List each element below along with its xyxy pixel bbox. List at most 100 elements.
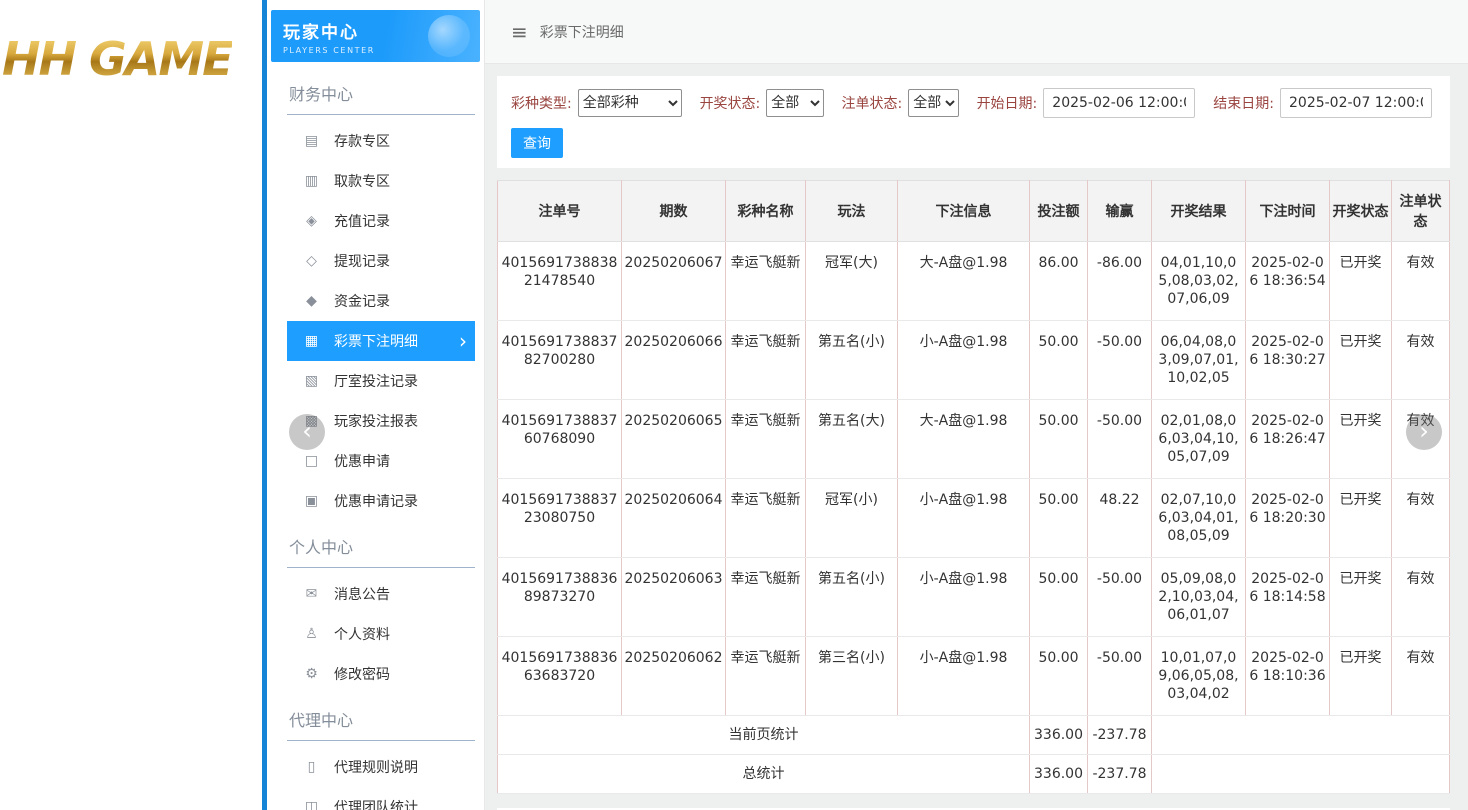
cell-draw-result: 02,01,08,06,03,04,10,05,07,09 [1152, 400, 1246, 479]
column-header: 注单号 [498, 181, 622, 242]
cell-win-loss: -86.00 [1088, 242, 1152, 321]
sidebar-item-label: 充值记录 [334, 211, 390, 231]
draw-status-label: 开奖状态: [700, 93, 761, 113]
sidebar-item[interactable]: ▥ 取款专区 › [287, 161, 475, 201]
sidebar-item[interactable]: ▧ 厅室投注记录 › [287, 361, 475, 401]
chevron-right-icon: › [1419, 417, 1429, 445]
bet-status-select[interactable]: 全部 [908, 89, 958, 117]
cell-bet-info: 大-A盘@1.98 [898, 400, 1030, 479]
funds-record-icon: ◆ [303, 293, 320, 309]
cell-bet-id: 401569173883663683720 [498, 637, 622, 716]
carousel-prev-button[interactable]: ‹ [289, 414, 325, 450]
cell-play-type: 第五名(大) [806, 400, 898, 479]
promo-apply-icon: □ [303, 453, 320, 469]
sidebar-item[interactable]: ▣ 优惠申请记录 › [287, 481, 475, 521]
cell-bet-status: 有效 [1392, 637, 1450, 716]
section-agent: 代理中心 ▯ 代理规则说明 › ◫ 代理团队统计 › [287, 694, 475, 810]
sidebar-item[interactable]: ♙ 个人资料 › [287, 614, 475, 654]
filter-row: 彩种类型: 全部彩种 开奖状态: 全部 注单状态: 全部 开始日期: 结束日期: [511, 88, 1436, 118]
cell-bet-amount: 50.00 [1030, 558, 1088, 637]
query-button[interactable]: 查询 [511, 128, 563, 158]
chevron-left-icon: ‹ [302, 417, 312, 445]
sidebar-item-label: 修改密码 [334, 664, 390, 684]
column-header: 输赢 [1088, 181, 1152, 242]
page-summary-bet-total: 336.00 [1030, 716, 1088, 755]
column-header: 期数 [622, 181, 726, 242]
cell-bet-amount: 50.00 [1030, 321, 1088, 400]
cell-period: 20250206064 [622, 479, 726, 558]
sidebar-item-label: 优惠申请记录 [334, 491, 418, 511]
cell-bet-amount: 50.00 [1030, 479, 1088, 558]
sidebar-item-label: 厅室投注记录 [334, 371, 418, 391]
sidebar-item[interactable]: ▯ 代理规则说明 › [287, 747, 475, 787]
players-center-banner: 玩家中心 PLAYERS CENTER [271, 10, 480, 62]
cell-lottery-name: 幸运飞艇新 [726, 400, 806, 479]
sidebar-item[interactable]: ▦ 彩票下注明细 › [287, 321, 475, 361]
draw-status-select[interactable]: 全部 [766, 89, 823, 117]
page-summary-label: 当前页统计 [498, 716, 1030, 755]
section-personal: 个人中心 ✉ 消息公告 › ♙ 个人资料 › [287, 521, 475, 694]
page-title: 彩票下注明细 [540, 22, 624, 42]
sidebar-item[interactable]: ◫ 代理团队统计 › [287, 787, 475, 810]
cell-bet-time: 2025-02-06 18:30:27 [1246, 321, 1330, 400]
deposit-icon: ▤ [303, 133, 320, 149]
cell-lottery-name: 幸运飞艇新 [726, 479, 806, 558]
start-date-input[interactable] [1043, 88, 1195, 118]
hh-game-logo: HH GAME [2, 32, 232, 86]
sidebar-item[interactable]: ◆ 资金记录 › [287, 281, 475, 321]
column-header: 下注时间 [1246, 181, 1330, 242]
sidebar: 玩家中心 PLAYERS CENTER 财务中心 ▤ 存款专区 › ▥ 取款专区 [262, 0, 485, 810]
sidebar-item-label: 消息公告 [334, 584, 390, 604]
cell-bet-status: 有效 [1392, 558, 1450, 637]
sidebar-item-label: 资金记录 [334, 291, 390, 311]
section-finance: 财务中心 ▤ 存款专区 › ▥ 取款专区 › [287, 68, 475, 521]
lottery-type-select[interactable]: 全部彩种 [578, 89, 682, 117]
cell-bet-id: 401569173883689873270 [498, 558, 622, 637]
withdraw-icon: ▥ [303, 173, 320, 189]
sidebar-item[interactable]: ▤ 存款专区 › [287, 121, 475, 161]
bet-table: 注单号期数彩种名称玩法下注信息投注额输赢开奖结果下注时间开奖状态注单状态 401… [497, 180, 1450, 794]
cell-period: 20250206067 [622, 242, 726, 321]
sidebar-item[interactable]: ✉ 消息公告 › [287, 574, 475, 614]
cell-bet-status: 有效 [1392, 479, 1450, 558]
cell-play-type: 第三名(小) [806, 637, 898, 716]
team-stats-icon: ◫ [303, 799, 320, 810]
cell-draw-result: 06,04,08,03,09,07,01,10,02,05 [1152, 321, 1246, 400]
table-row: 401569173883782700280 20250206066 幸运飞艇新 … [498, 321, 1450, 400]
table-row: 401569173883760768090 20250206065 幸运飞艇新 … [498, 400, 1450, 479]
cell-draw-result: 10,01,07,09,06,05,08,03,04,02 [1152, 637, 1246, 716]
cell-period: 20250206063 [622, 558, 726, 637]
sidebar-item-label: 存款专区 [334, 131, 390, 151]
sidebar-item-label: 代理规则说明 [334, 757, 418, 777]
total-summary-bet-total: 336.00 [1030, 755, 1088, 794]
end-date-label: 结束日期: [1213, 93, 1274, 113]
table-row: 401569173883663683720 20250206062 幸运飞艇新 … [498, 637, 1450, 716]
cell-bet-time: 2025-02-06 18:10:36 [1246, 637, 1330, 716]
sidebar-item[interactable]: ◇ 提现记录 › [287, 241, 475, 281]
main-content: ≡ 彩票下注明细 彩种类型: 全部彩种 开奖状态: 全部 注单状态: 全部 开始… [485, 0, 1468, 810]
cell-bet-info: 小-A盘@1.98 [898, 479, 1030, 558]
bet-status-label: 注单状态: [842, 93, 903, 113]
cell-win-loss: 48.22 [1088, 479, 1152, 558]
cell-bet-id: 401569173883821478540 [498, 242, 622, 321]
document-icon: ▯ [303, 759, 320, 775]
sidebar-item[interactable]: ⚙ 修改密码 › [287, 654, 475, 694]
hamburger-menu-icon[interactable]: ≡ [511, 20, 528, 44]
nav-list-personal: ✉ 消息公告 › ♙ 个人资料 › ⚙ 修改密码 › [287, 574, 475, 694]
cell-draw-result: 02,07,10,06,03,04,01,08,05,09 [1152, 479, 1246, 558]
column-header: 彩种名称 [726, 181, 806, 242]
bet-table-card: 注单号期数彩种名称玩法下注信息投注额输赢开奖结果下注时间开奖状态注单状态 401… [497, 180, 1450, 794]
cell-bet-info: 大-A盘@1.98 [898, 242, 1030, 321]
cell-lottery-name: 幸运飞艇新 [726, 637, 806, 716]
total-summary-row: 总统计 336.00 -237.78 [498, 755, 1450, 794]
carousel-next-button[interactable]: › [1406, 414, 1442, 450]
cell-play-type: 第五名(小) [806, 321, 898, 400]
cell-period: 20250206062 [622, 637, 726, 716]
brand-pane: HH GAME [0, 0, 262, 810]
end-date-input[interactable] [1280, 88, 1432, 118]
column-header: 玩法 [806, 181, 898, 242]
total-summary-winloss-total: -237.78 [1088, 755, 1152, 794]
sidebar-item[interactable]: ◈ 充值记录 › [287, 201, 475, 241]
cell-bet-id: 401569173883723080750 [498, 479, 622, 558]
filter-panel: 彩种类型: 全部彩种 开奖状态: 全部 注单状态: 全部 开始日期: 结束日期:… [497, 76, 1450, 168]
